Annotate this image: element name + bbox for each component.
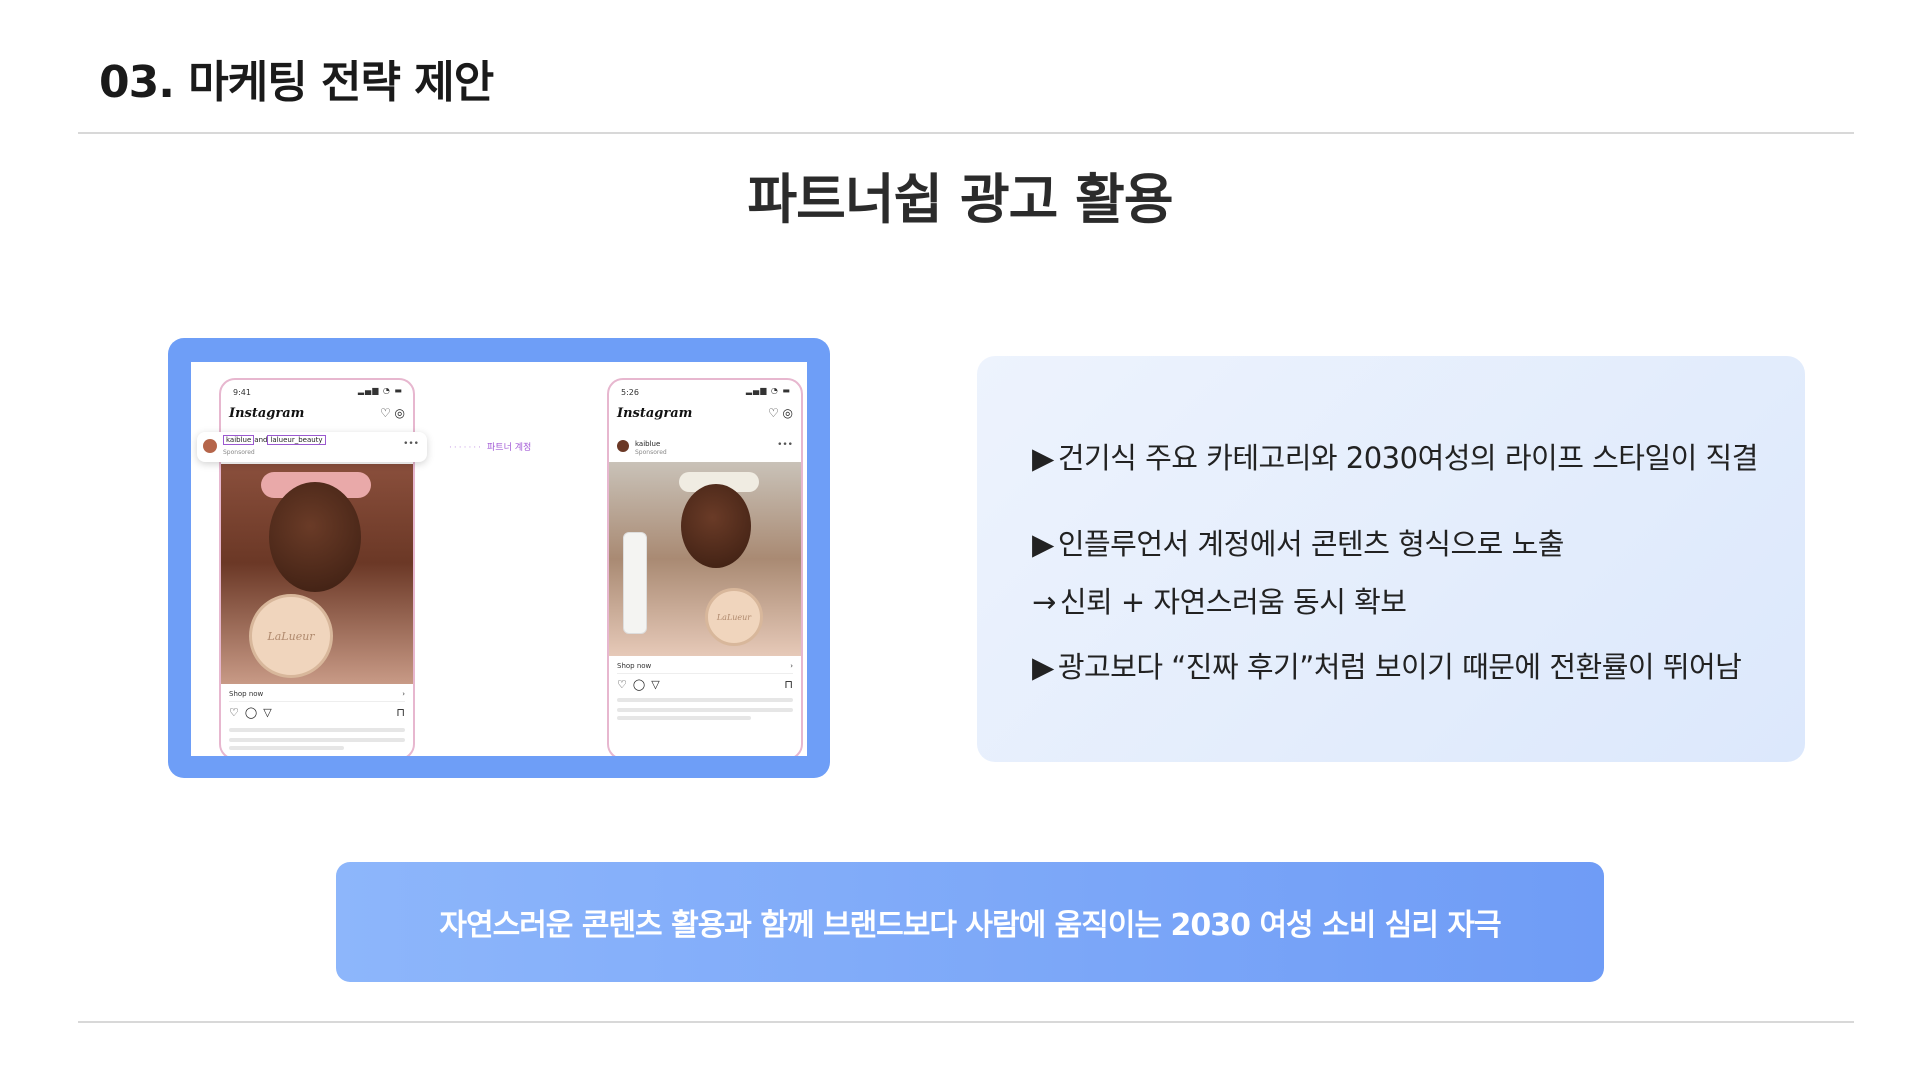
key-points-box: ▶ 건기식 주요 카테고리와 2030여성의 라이프 스타일이 직결 ▶ 인플루언서…	[977, 356, 1805, 762]
key-point-sub: → 신뢰 + 자연스러움 동시 확보	[1032, 579, 1407, 621]
product-compact: LaLueur	[249, 594, 333, 678]
shop-now-label: Shop now	[617, 662, 652, 670]
key-point-text: 인플루언서 계정에서 콘텐츠 형식으로 노출	[1057, 527, 1565, 561]
bottom-divider	[78, 1021, 1854, 1023]
heart-icon: ♡	[229, 706, 239, 719]
instagram-logo: Instagram	[617, 406, 693, 421]
page-title: 파트너쉽 광고 활용	[747, 168, 1173, 231]
product-compact: LaLueur	[705, 588, 763, 646]
arrow-right-icon: →	[1032, 585, 1056, 619]
shop-now-row: Shop now ›	[229, 690, 405, 702]
account-name: kaiblue	[635, 440, 661, 448]
section-title: 03. 마케팅 전략 제안	[99, 57, 494, 108]
partner-account-text: 파트너 계정	[487, 443, 532, 453]
top-divider	[78, 132, 1854, 134]
key-point-text: 건기식 주요 카테고리와 2030여성의 라이프 스타일이 직결	[1057, 441, 1759, 475]
key-point: ▶ 인플루언서 계정에서 콘텐츠 형식으로 노출	[1032, 521, 1564, 563]
model-face-shape	[681, 484, 751, 568]
avatar	[203, 439, 217, 453]
bookmark-icon: ⊓	[396, 706, 405, 719]
model-face-shape	[269, 482, 361, 592]
dotted-connector: ·······	[449, 443, 484, 453]
account-joiner: and	[254, 436, 268, 444]
sponsored-label: Sponsored	[223, 449, 255, 456]
sponsored-label: Sponsored	[635, 449, 667, 456]
comment-icon: ◯	[632, 678, 646, 691]
chevron-right-icon: ›	[402, 690, 405, 698]
caption-line	[229, 738, 405, 742]
heart-icon: ♡ ◎	[379, 406, 405, 420]
triangle-bullet-icon: ▶	[1032, 441, 1054, 475]
ad-example-image-card: 9:41 ▂▄▆ ◔ ▬ Instagram ♡ ◎ LaLueur Shop …	[168, 338, 830, 778]
heart-icon: ♡ ◎	[767, 406, 793, 420]
key-point-text: 광고보다 “진짜 후기”처럼 보이기 때문에 전환률이 뛰어남	[1057, 650, 1742, 684]
summary-banner-text: 자연스러운 콘텐츠 활용과 함께 브랜드보다 사람에 움직이는 2030 여성 …	[439, 908, 1501, 943]
triangle-bullet-icon: ▶	[1032, 650, 1054, 684]
post-photo: LaLueur	[221, 464, 413, 684]
comment-icon: ◯	[244, 706, 258, 719]
status-time: 9:41	[233, 388, 251, 397]
key-point-text: 신뢰 + 자연스러움 동시 확보	[1059, 585, 1407, 619]
status-icons: ▂▄▆ ◔ ▬	[745, 386, 791, 395]
followed-by-text	[617, 698, 793, 702]
post-actions: ♡ ◯ ▽ ⊓	[617, 678, 793, 691]
partner-account-names: kaiblue and lalueur_beauty	[223, 435, 326, 445]
instagram-logo: Instagram	[229, 406, 305, 421]
shop-now-label: Shop now	[229, 690, 264, 698]
key-point: ▶ 광고보다 “진짜 후기”처럼 보이기 때문에 전환률이 뛰어남	[1032, 644, 1742, 686]
triangle-bullet-icon: ▶	[1032, 527, 1054, 561]
followed-by-text	[229, 728, 405, 732]
serum-bottle-shape	[623, 532, 647, 634]
caption-line	[617, 708, 793, 712]
post-actions: ♡ ◯ ▽ ⊓	[229, 706, 405, 719]
more-icon: •••	[403, 439, 419, 449]
bookmark-icon: ⊓	[784, 678, 793, 691]
avatar	[617, 440, 629, 452]
phone-mockup-right: 5:26 ▂▄▆ ◔ ▬ Instagram ♡ ◎ kaiblue Spons…	[607, 378, 803, 756]
summary-banner: 자연스러운 콘텐츠 활용과 함께 브랜드보다 사람에 움직이는 2030 여성 …	[336, 862, 1604, 982]
chevron-right-icon: ›	[790, 662, 793, 670]
status-time: 5:26	[621, 388, 639, 397]
more-icon: •••	[777, 440, 793, 450]
heart-icon: ♡	[617, 678, 627, 691]
account-name: kaiblue	[223, 435, 255, 445]
caption-line	[617, 716, 752, 720]
partner-account-name: lalueur_beauty	[267, 435, 326, 445]
key-point: ▶ 건기식 주요 카테고리와 2030여성의 라이프 스타일이 직결	[1032, 435, 1758, 477]
caption-line	[229, 746, 345, 750]
share-icon: ▽	[651, 678, 660, 691]
status-icons: ▂▄▆ ◔ ▬	[357, 386, 403, 395]
partner-account-label: ······· 파트너 계정	[449, 440, 531, 453]
share-icon: ▽	[263, 706, 272, 719]
shop-now-row: Shop now ›	[617, 662, 793, 674]
partner-account-chip: kaiblue and lalueur_beauty Sponsored •••	[197, 432, 427, 462]
ad-example-image: 9:41 ▂▄▆ ◔ ▬ Instagram ♡ ◎ LaLueur Shop …	[191, 362, 807, 756]
post-photo: LaLueur	[609, 462, 801, 656]
